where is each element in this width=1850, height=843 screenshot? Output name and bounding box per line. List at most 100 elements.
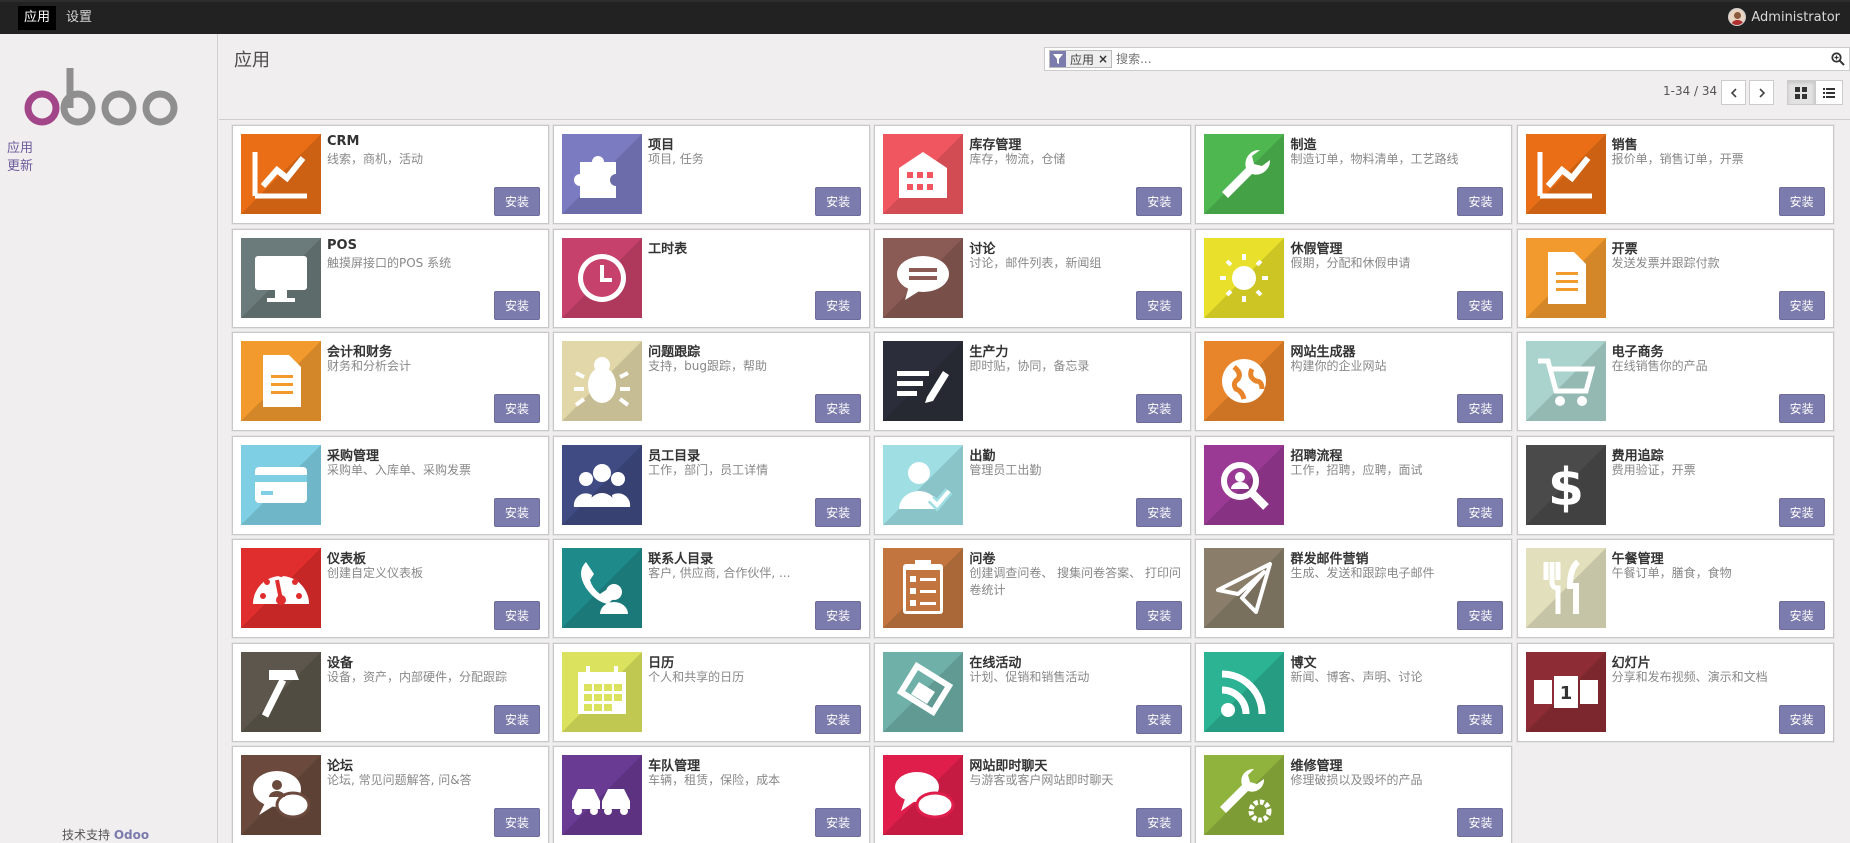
install-button[interactable]: 安装: [1457, 601, 1504, 631]
install-button[interactable]: 安装: [815, 704, 862, 734]
install-button[interactable]: 安装: [815, 187, 862, 216]
warehouse-icon: [883, 134, 964, 214]
app-card[interactable]: 销售 报价单，销售订单，开票 安装: [1516, 125, 1834, 224]
app-card[interactable]: 在线活动 计划、促销和销售活动 安装: [874, 642, 1192, 742]
chevron-right-icon: [1758, 87, 1765, 98]
app-card[interactable]: 联系人目录 客户, 供应商, 合作伙伴, ... 安装: [553, 539, 871, 639]
app-card[interactable]: 群发邮件营销 生成、发送和跟踪电子邮件 安装: [1195, 539, 1513, 639]
sidebar-item-apps[interactable]: 应用: [7, 140, 33, 158]
install-button[interactable]: 安装: [1778, 601, 1825, 631]
avatar: [1728, 8, 1747, 26]
install-button[interactable]: 安装: [1778, 394, 1825, 424]
app-card[interactable]: CRM 线索，商机，活动 安装: [232, 125, 549, 224]
app-summary: 线索，商机，活动: [327, 152, 424, 166]
install-button[interactable]: 安装: [1457, 290, 1504, 320]
kanban-view-button[interactable]: [1787, 80, 1815, 105]
svg-text:$: $: [1548, 458, 1584, 518]
top-menu-apps[interactable]: 应用: [18, 6, 57, 30]
app-card[interactable]: 制造 制造订单，物料清单，工艺路线 安装: [1195, 125, 1513, 224]
install-button[interactable]: 安装: [494, 290, 540, 320]
install-button[interactable]: 安装: [1136, 290, 1183, 320]
app-card[interactable]: 博文 新闻、博客、声明、讨论 安装: [1195, 642, 1513, 742]
document-icon: [241, 341, 321, 422]
app-card[interactable]: 网站即时聊天 与游客或客户网站即时聊天 安装: [874, 746, 1192, 843]
app-name: POS: [327, 237, 357, 253]
filter-icon: [1050, 51, 1066, 67]
powered-by-brand[interactable]: Odoo: [114, 828, 149, 842]
install-button[interactable]: 安装: [1136, 808, 1183, 838]
app-card[interactable]: 维修管理 修理破损以及毁坏的产品 安装: [1195, 746, 1513, 843]
install-button[interactable]: 安装: [494, 497, 540, 527]
app-card[interactable]: 午餐管理 午餐订单，膳食，食物 安装: [1516, 539, 1834, 639]
install-button[interactable]: 安装: [1457, 394, 1504, 424]
install-button[interactable]: 安装: [1457, 808, 1504, 838]
app-card[interactable]: $ 费用追踪 费用验证，开票 安装: [1516, 435, 1834, 535]
install-button[interactable]: 安装: [494, 704, 540, 734]
install-button[interactable]: 安装: [494, 187, 540, 216]
install-button[interactable]: 安装: [1778, 704, 1825, 734]
app-card[interactable]: 仪表板 创建自定义仪表板 安装: [232, 539, 549, 639]
cart-icon: [1525, 341, 1606, 422]
install-button[interactable]: 安装: [1778, 497, 1825, 527]
app-card[interactable]: 问题跟踪 支持，bug跟踪，帮助 安装: [553, 332, 871, 432]
app-card[interactable]: 库存管理 库存，物流，仓储 安装: [874, 125, 1192, 224]
app-card[interactable]: 网站生成器 构建你的企业网站 安装: [1195, 332, 1513, 432]
install-button[interactable]: 安装: [1778, 290, 1825, 320]
install-button[interactable]: 安装: [815, 394, 862, 424]
app-summary: 即时贴，协同，备忘录: [969, 359, 1090, 374]
user-menu[interactable]: Administrator: [1728, 8, 1840, 26]
app-card[interactable]: 采购管理 采购单、入库单、采购发票 安装: [232, 435, 549, 535]
install-button[interactable]: 安装: [494, 808, 540, 838]
install-button[interactable]: 安装: [1136, 394, 1183, 424]
slide-number-label: 1: [1559, 683, 1572, 704]
install-button[interactable]: 安装: [1136, 187, 1183, 216]
app-card[interactable]: 会计和财务 财务和分析会计 安装: [232, 332, 549, 432]
app-card[interactable]: 电子商务 在线销售你的产品 安装: [1516, 332, 1834, 432]
sidebar-item-updates[interactable]: 更新: [7, 158, 33, 176]
install-button[interactable]: 安装: [1136, 497, 1183, 527]
app-summary: 个人和共享的日历: [648, 669, 745, 684]
app-card[interactable]: 休假管理 假期，分配和休假申请 安装: [1195, 228, 1513, 328]
app-card[interactable]: 员工目录 工作，部门，员工详情 安装: [553, 435, 871, 535]
install-button[interactable]: 安装: [494, 394, 540, 424]
install-button[interactable]: 安装: [815, 808, 862, 838]
app-card[interactable]: 生产力 即时贴，协同，备忘录 安装: [874, 332, 1192, 432]
pager-previous-button[interactable]: [1721, 80, 1746, 105]
install-button[interactable]: 安装: [815, 290, 862, 320]
app-card[interactable]: 问卷 创建调查问卷、 搜集问卷答案、 打印问卷统计 安装: [874, 539, 1192, 639]
install-button[interactable]: 安装: [494, 601, 540, 631]
app-card[interactable]: 1 幻灯片 分享和发布视频、演示和文档 安装: [1516, 642, 1834, 742]
app-card[interactable]: 车队管理 车辆，租赁，保险，成本 安装: [553, 746, 871, 843]
install-button[interactable]: 安装: [1457, 187, 1504, 216]
install-button[interactable]: 安装: [1136, 704, 1183, 734]
install-button[interactable]: 安装: [1457, 497, 1504, 527]
calendar-icon: [562, 651, 643, 732]
app-card[interactable]: 项目 项目, 任务 安装: [553, 125, 871, 224]
app-card[interactable]: 工时表 安装: [553, 228, 871, 328]
app-card[interactable]: 讨论 讨论，邮件列表，新闻组 安装: [874, 228, 1192, 328]
app-card[interactable]: 出勤 管理员工出勤 安装: [874, 435, 1192, 535]
app-card[interactable]: 开票 发送发票并跟踪付款 安装: [1516, 228, 1834, 328]
install-button[interactable]: 安装: [815, 497, 862, 527]
app-summary: 修理破损以及毁坏的产品: [1290, 773, 1423, 788]
install-button[interactable]: 安装: [1778, 187, 1825, 216]
search-input[interactable]: [1116, 52, 1827, 66]
sidebar-menu: 应用 更新: [7, 140, 33, 176]
app-card[interactable]: 设备 设备，资产，内部硬件，分配跟踪 安装: [232, 642, 549, 742]
app-card[interactable]: 论坛 论坛, 常见问题解答, 问&答 安装: [232, 746, 549, 843]
search-icon[interactable]: [1827, 52, 1849, 66]
search-facet-label: 应用: [1070, 52, 1095, 67]
app-card[interactable]: 日历 个人和共享的日历 安装: [553, 642, 871, 742]
user-name: Administrator: [1751, 9, 1840, 25]
app-summary: 与游客或客户网站即时聊天: [969, 773, 1114, 788]
pager-next-button[interactable]: [1749, 80, 1774, 105]
app-card[interactable]: POS 触摸屏接口的POS 系统 安装: [232, 228, 549, 328]
facet-remove-icon[interactable]: ×: [1098, 52, 1111, 66]
install-button[interactable]: 安装: [815, 601, 862, 631]
install-button[interactable]: 安装: [1136, 601, 1183, 631]
list-view-button[interactable]: [1815, 80, 1843, 105]
app-card[interactable]: 招聘流程 工作，招聘，应聘，面试 安装: [1195, 435, 1513, 535]
install-button[interactable]: 安装: [1457, 704, 1504, 734]
top-menu-settings[interactable]: 设置: [60, 6, 98, 30]
globe-icon: [1204, 341, 1285, 422]
